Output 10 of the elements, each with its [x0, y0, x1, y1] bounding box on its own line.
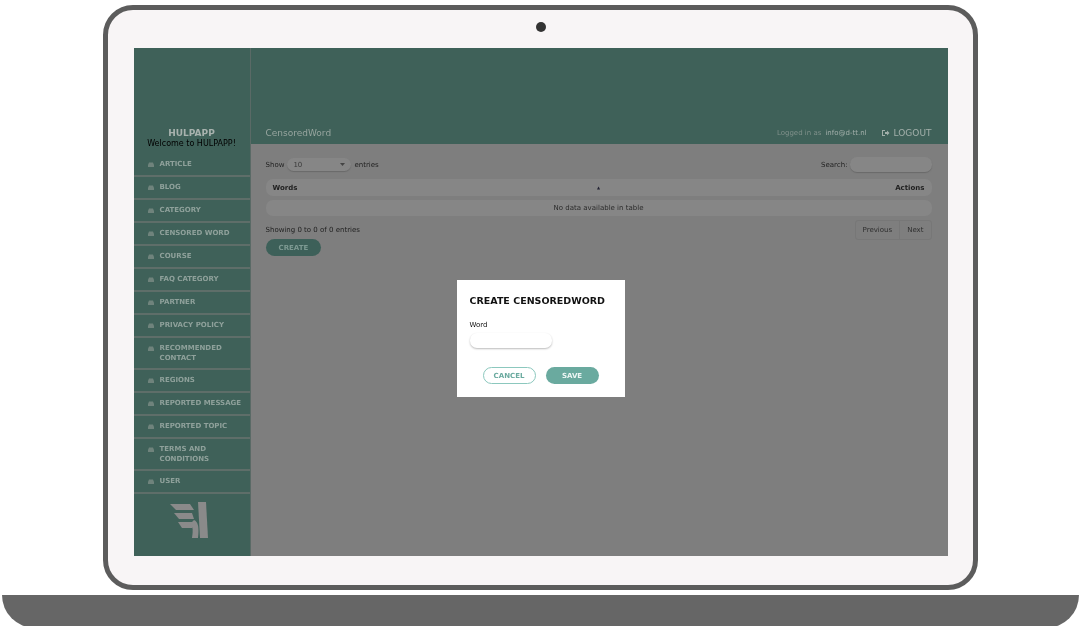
input-field[interactable] [469, 333, 552, 348]
camera-icon [535, 22, 546, 32]
page-title: CensoredWord [265, 128, 332, 138]
search-field[interactable] [849, 157, 932, 172]
modal-title: CREATE CENSOREDWORD [469, 295, 606, 306]
caret-icon [340, 163, 346, 166]
welcome-text: Welcome to HULPAPP! [147, 139, 236, 148]
logout-button[interactable]: LOGOUT [880, 128, 932, 138]
logout-icon [880, 129, 890, 137]
app-title: HULPAPP [168, 128, 215, 138]
